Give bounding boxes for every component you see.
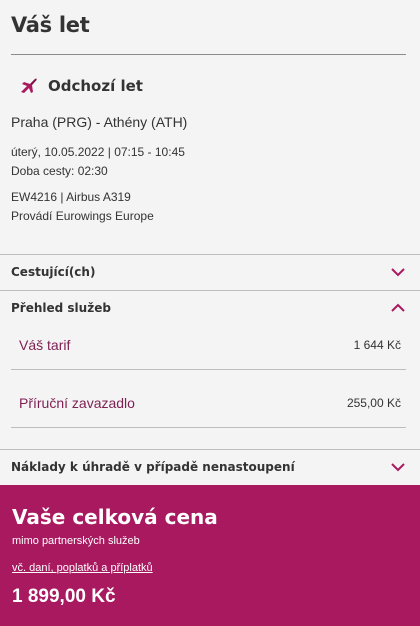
no-show-costs-label: Náklady k úhradě v případě nenastoupení <box>11 460 295 474</box>
total-price-value: 1 899,00 Kč <box>12 586 116 607</box>
total-price-title: Vaše celková cena <box>12 505 218 529</box>
services-overview-accordion[interactable]: Přehled služeb <box>0 290 420 326</box>
taxes-fees-link[interactable]: vč. daní, poplatků a příplatků <box>12 562 153 574</box>
flight-summary-panel: Váš let Odchozí let Praha (PRG) - Athény… <box>0 0 420 626</box>
page-title: Váš let <box>11 13 90 37</box>
service-item-fare: Váš tarif 1 644 Kč <box>11 333 401 357</box>
service-item-label: Váš tarif <box>19 337 71 353</box>
services-overview-label: Přehled služeb <box>11 301 111 315</box>
divider <box>11 54 406 55</box>
no-show-costs-accordion[interactable]: Náklady k úhradě v případě nenastoupení <box>0 449 420 485</box>
chevron-down-icon <box>391 463 405 472</box>
total-price-subtitle: mimo partnerských služeb <box>12 535 140 547</box>
flight-duration: Doba cesty: 02:30 <box>11 164 108 178</box>
chevron-up-icon <box>391 303 405 312</box>
passengers-accordion[interactable]: Cestující(ch) <box>0 254 420 290</box>
service-item-label: Příruční zavazadlo <box>19 395 135 411</box>
divider <box>11 427 406 428</box>
outbound-flight-label: Odchozí let <box>48 77 143 95</box>
service-item-price: 1 644 Kč <box>353 338 401 352</box>
service-item-price: 255,00 Kč <box>346 396 401 410</box>
service-item-hand-luggage: Příruční zavazadlo 255,00 Kč <box>11 391 401 415</box>
chevron-down-icon <box>391 268 405 277</box>
flight-number-aircraft: EW4216 | Airbus A319 <box>11 190 131 204</box>
divider <box>11 369 406 370</box>
flight-route: Praha (PRG) - Athény (ATH) <box>11 114 188 130</box>
passengers-label: Cestující(ch) <box>11 265 96 279</box>
flight-operator: Provádí Eurowings Europe <box>11 209 154 223</box>
flight-datetime: úterý, 10.05.2022 | 07:15 - 10:45 <box>11 145 185 159</box>
outbound-flight-header: Odchozí let <box>19 76 143 96</box>
airplane-takeoff-icon <box>21 78 37 93</box>
total-price-panel: Vaše celková cena mimo partnerských služ… <box>0 485 420 626</box>
